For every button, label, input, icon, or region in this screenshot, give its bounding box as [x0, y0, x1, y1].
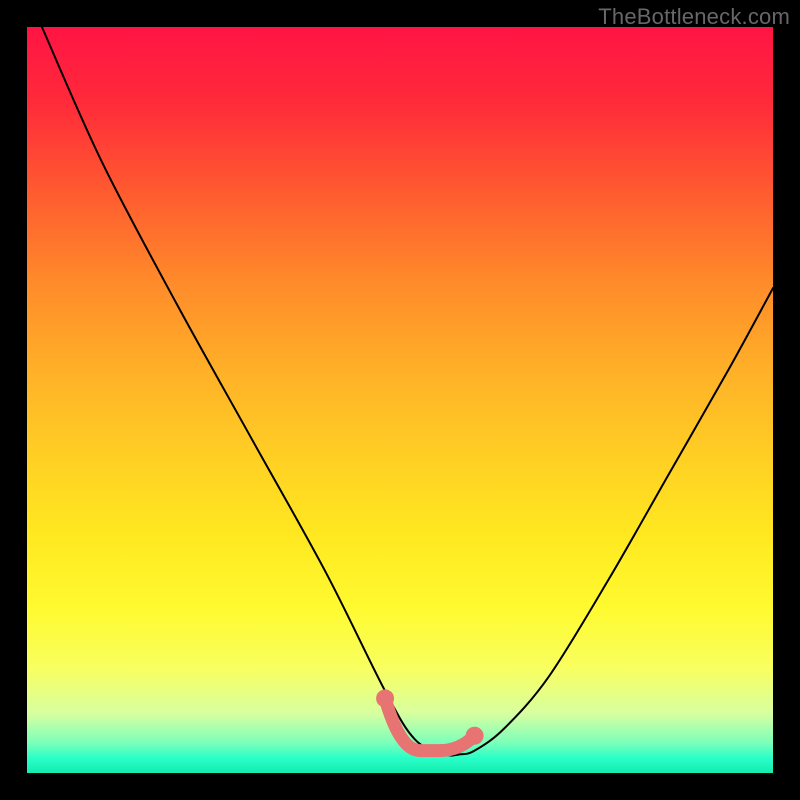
plot-area [27, 27, 773, 773]
curve-line [42, 27, 773, 756]
optimal-range-end-dot [466, 727, 484, 745]
optimal-range-highlight [385, 698, 475, 750]
chart-frame: TheBottleneck.com [0, 0, 800, 800]
bottleneck-curve [27, 27, 773, 773]
optimal-range-start-dot [376, 689, 394, 707]
